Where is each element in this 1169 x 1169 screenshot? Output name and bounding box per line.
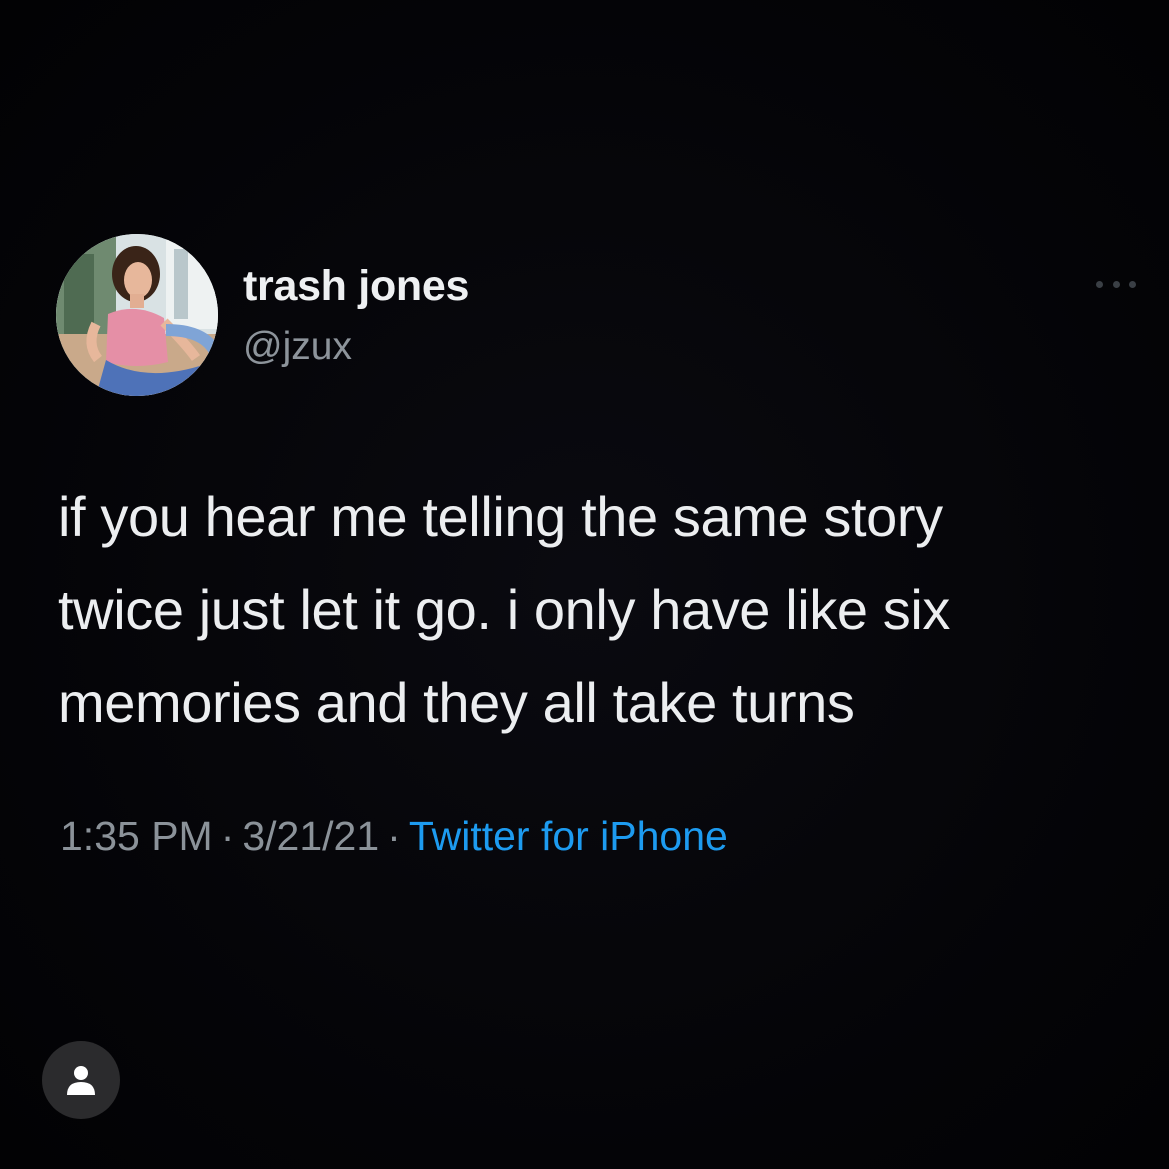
user-icon bbox=[67, 1066, 95, 1095]
more-dot bbox=[1129, 280, 1136, 288]
tweet-metadata: 1:35 PM · 3/21/21 · Twitter for iPhone bbox=[60, 813, 728, 860]
more-dot bbox=[1096, 280, 1103, 288]
tweet-date[interactable]: 3/21/21 bbox=[242, 813, 379, 859]
meta-separator: · bbox=[220, 813, 235, 859]
tweet-text-line: twice just let it go. i only have like s… bbox=[58, 578, 951, 641]
profile-button[interactable] bbox=[42, 1041, 120, 1119]
meta-separator: · bbox=[387, 813, 401, 859]
author-handle[interactable]: @jzux bbox=[243, 325, 352, 369]
tweet-text-line: if you hear me telling the same story bbox=[58, 485, 943, 548]
author-avatar[interactable] bbox=[56, 234, 218, 396]
more-dot bbox=[1112, 280, 1120, 288]
tweet-text: if you hear me telling the same story tw… bbox=[58, 470, 1138, 749]
tweet-source-link[interactable]: Twitter for iPhone bbox=[409, 813, 728, 859]
tweet-text-line: memories and they all take turns bbox=[58, 671, 855, 734]
screenshot-canvas: trash jones @jzux if you hear me telling… bbox=[0, 0, 1169, 1169]
tweet-header: trash jones @jzux bbox=[56, 234, 1136, 396]
more-horizontal-icon[interactable] bbox=[1096, 276, 1136, 292]
author-display-name[interactable]: trash jones bbox=[243, 262, 469, 311]
avatar-photo bbox=[56, 234, 218, 396]
tweet-time[interactable]: 1:35 PM bbox=[60, 813, 213, 859]
